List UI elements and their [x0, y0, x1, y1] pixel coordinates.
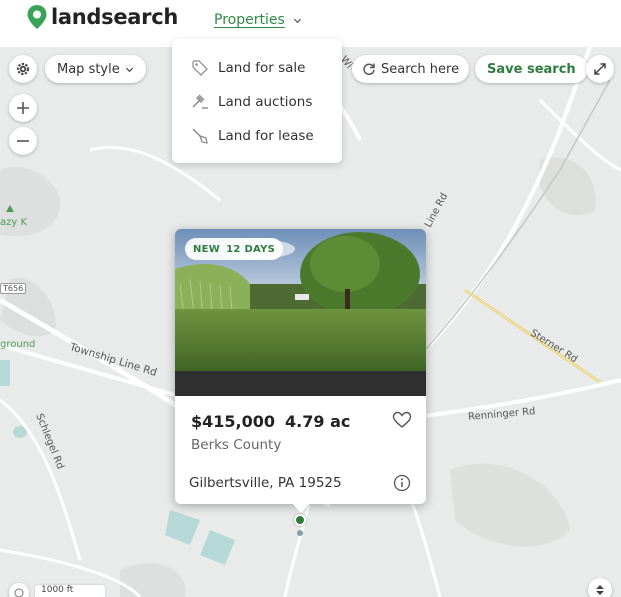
gear-icon — [16, 62, 30, 76]
save-search-label: Save search — [487, 61, 576, 77]
save-search-button[interactable]: Save search — [475, 55, 588, 83]
logo[interactable]: landsearch — [26, 4, 178, 30]
sort-arrows-icon — [596, 585, 604, 595]
listing-photo[interactable]: NEW 12 DAYS — [175, 229, 426, 396]
tag-icon — [192, 60, 208, 76]
shovel-icon — [192, 128, 208, 144]
expand-icon — [594, 63, 606, 75]
nav-properties[interactable]: Properties — [214, 12, 302, 28]
map-label-ground: ground — [0, 339, 36, 350]
listing-address: Gilbertsville, PA 19525 — [189, 475, 342, 491]
secondary-marker — [297, 530, 303, 536]
chevron-down-icon — [293, 18, 301, 23]
badge-new-label: NEW — [193, 243, 221, 255]
map-style-label: Map style — [57, 61, 120, 77]
menu-item-land-auctions[interactable]: Land auctions — [172, 85, 342, 119]
nav-properties-label: Properties — [214, 12, 285, 28]
map-scale: 1000 ft — [35, 585, 105, 597]
menu-item-label: Land for sale — [218, 60, 306, 76]
info-icon[interactable] — [393, 474, 411, 492]
plus-icon — [17, 102, 29, 114]
map-style-button[interactable]: Map style — [45, 55, 146, 83]
listing-price: $415,000 — [191, 412, 276, 431]
location-pin-icon — [27, 5, 47, 29]
search-here-button[interactable]: Search here — [352, 55, 470, 83]
settings-button[interactable] — [9, 55, 37, 83]
card-pointer — [292, 503, 310, 513]
menu-item-land-for-lease[interactable]: Land for lease — [172, 119, 342, 153]
properties-dropdown: Land for sale Land auctions Land for lea… — [172, 39, 342, 163]
listing-card[interactable]: NEW 12 DAYS $415,000 4.79 ac Berks Count… — [175, 229, 426, 513]
menu-item-label: Land for lease — [218, 128, 314, 144]
heart-icon[interactable] — [392, 410, 412, 430]
menu-item-land-for-sale[interactable]: Land for sale — [172, 51, 342, 85]
fullscreen-button[interactable] — [586, 55, 614, 83]
map-label-azy-k: azy K — [0, 217, 28, 228]
minus-icon — [17, 140, 29, 142]
map-label-t656: T656 — [0, 283, 27, 294]
listing-marker[interactable] — [294, 514, 306, 526]
listing-county: Berks County — [191, 437, 282, 453]
listing-acreage: 4.79 ac — [285, 412, 351, 431]
attribution-button[interactable] — [9, 583, 29, 597]
new-badge: NEW 12 DAYS — [185, 238, 284, 260]
menu-item-label: Land auctions — [218, 94, 313, 110]
badge-days-label: 12 DAYS — [226, 243, 276, 255]
search-here-label: Search here — [381, 61, 460, 77]
zoom-in-button[interactable] — [9, 94, 37, 122]
price-row: $415,000 4.79 ac — [191, 412, 350, 431]
expand-panel-button[interactable] — [588, 578, 612, 597]
logo-text: landsearch — [51, 5, 179, 29]
zoom-out-button[interactable] — [9, 127, 37, 155]
refresh-icon — [363, 63, 375, 76]
info-icon — [14, 588, 24, 597]
gavel-icon — [192, 94, 208, 109]
chevron-down-icon — [125, 67, 133, 72]
